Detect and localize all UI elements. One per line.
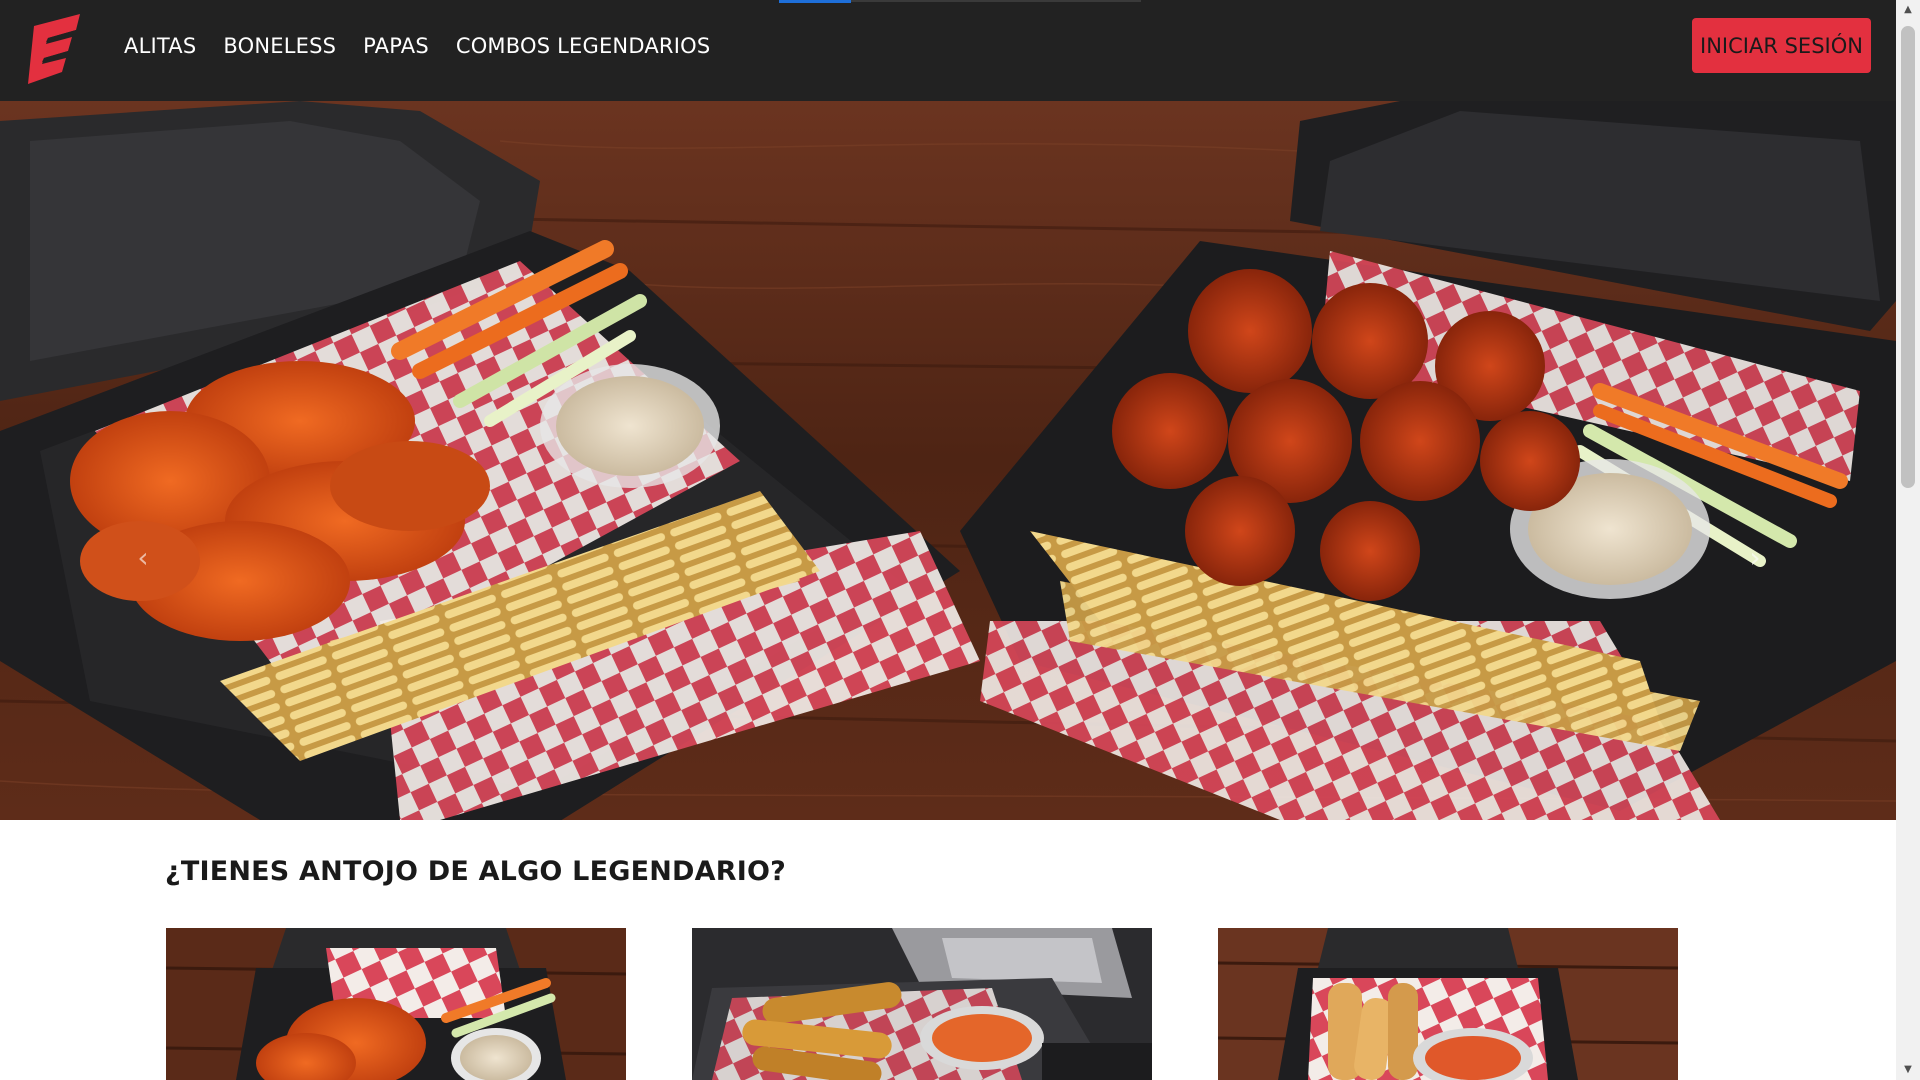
page: ALITAS BONELESS PAPAS COMBOS LEGENDARIOS… — [0, 0, 1920, 1080]
scrollbar-thumb[interactable] — [1901, 26, 1915, 488]
product-card-alitas[interactable] — [166, 928, 626, 1080]
hero-food-image — [0, 101, 1896, 820]
top-navbar: ALITAS BONELESS PAPAS COMBOS LEGENDARIOS… — [0, 0, 1896, 101]
loading-progress-indicator — [779, 0, 851, 3]
nav-link-alitas[interactable]: ALITAS — [124, 32, 196, 60]
loading-progress-track — [851, 0, 1141, 2]
product-card-dedos-de-queso[interactable] — [1218, 928, 1678, 1080]
page-scrollbar[interactable]: ▲ ▼ — [1896, 0, 1920, 1080]
carousel-prev-icon[interactable]: ‹ — [128, 543, 158, 573]
hero-carousel: ‹ › — [0, 101, 1896, 820]
nav-link-boneless[interactable]: BONELESS — [223, 32, 336, 60]
scroll-down-icon[interactable]: ▼ — [1896, 1060, 1920, 1080]
product-image-mozzarella-sticks — [692, 928, 1152, 1080]
nav-link-papas[interactable]: PAPAS — [363, 32, 429, 60]
main-nav: ALITAS BONELESS PAPAS COMBOS LEGENDARIOS — [124, 32, 710, 60]
carousel-next-icon[interactable]: › — [1740, 543, 1770, 573]
scroll-up-icon[interactable]: ▲ — [1896, 0, 1920, 20]
nav-link-combos-legendarios[interactable]: COMBOS LEGENDARIOS — [456, 32, 711, 60]
product-image-dedos-de-queso — [1218, 928, 1678, 1080]
product-image-alitas — [166, 928, 626, 1080]
section-title: ¿TIENES ANTOJO DE ALGO LEGENDARIO? — [165, 856, 786, 887]
login-button[interactable]: INICIAR SESIÓN — [1692, 18, 1871, 73]
flag-logo-icon[interactable] — [24, 12, 84, 88]
product-card-mozzarella-sticks[interactable] — [692, 928, 1152, 1080]
